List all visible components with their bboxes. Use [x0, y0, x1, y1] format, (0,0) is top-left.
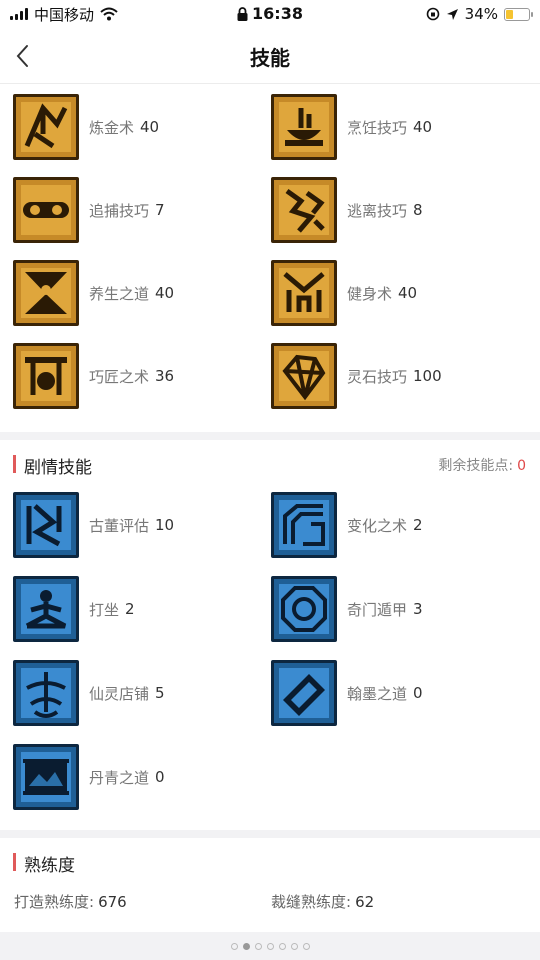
skill-name: 烹饪技巧: [347, 118, 408, 137]
page-dot[interactable]: [278, 942, 286, 950]
proficiency-value: 676: [98, 893, 127, 911]
page-dot[interactable]: [290, 942, 298, 950]
skill-level: 10: [155, 516, 175, 534]
battery-fill: [506, 9, 514, 19]
skill-name: 仙灵店铺: [89, 684, 150, 703]
section-divider: [0, 432, 540, 440]
skill-level: 40: [140, 118, 160, 136]
skill-level: 36: [155, 367, 175, 385]
skill-name: 逃离技巧: [347, 201, 408, 220]
proficiency-label: 打造熟练度:: [14, 893, 95, 911]
skill-level: 7: [155, 201, 165, 219]
escape-icon: [271, 177, 337, 243]
section-title: 熟练度: [24, 856, 75, 876]
skill-item[interactable]: 打坐 2: [13, 575, 271, 643]
page-dot[interactable]: [266, 942, 274, 950]
spirit-stone-icon: [271, 343, 337, 409]
skill-item[interactable]: 健身术 40: [271, 259, 529, 327]
skill-name: 奇门遁甲: [347, 600, 408, 619]
antique-icon: [13, 492, 79, 558]
battery-percent: 34%: [464, 5, 498, 23]
page-title: 技能: [250, 46, 290, 70]
skill-points: 剩余技能点: 0: [438, 455, 526, 475]
skill-level: 2: [413, 516, 423, 534]
skill-item[interactable]: 养生之道 40: [13, 259, 271, 327]
skill-name: 巧匠之术: [89, 367, 150, 386]
meditate-icon: [13, 576, 79, 642]
skill-points-label: 剩余技能点:: [438, 458, 514, 474]
skill-level: 5: [155, 684, 165, 702]
skill-item[interactable]: 变化之术 2: [271, 491, 529, 559]
page-dot[interactable]: [302, 942, 310, 950]
nav-bar: 技能: [0, 28, 540, 84]
skill-item[interactable]: 仙灵店铺 5: [13, 659, 271, 727]
skill-item[interactable]: 古董评估 10: [13, 491, 271, 559]
ink-icon: [271, 660, 337, 726]
page-dot[interactable]: [242, 942, 250, 950]
skill-level: 100: [413, 367, 442, 385]
skill-points-value: 0: [517, 458, 526, 474]
skill-item[interactable]: 翰墨之道 0: [271, 659, 529, 727]
clock-label: 16:38: [252, 4, 303, 23]
section-divider: [0, 830, 540, 838]
painting-icon: [13, 744, 79, 810]
skill-item[interactable]: 丹青之道 0: [13, 743, 271, 811]
qimen-icon: [271, 576, 337, 642]
section-accent-bar: [13, 455, 16, 473]
skill-level: 40: [155, 284, 175, 302]
lock-icon: [237, 7, 248, 21]
skill-name: 古董评估: [89, 516, 150, 535]
skill-item[interactable]: 巧匠之术 36: [13, 342, 271, 410]
skill-level: 40: [413, 118, 433, 136]
alchemy-icon: [13, 94, 79, 160]
life-skills-grid: 炼金术 40 烹饪技巧 40 追捕技巧 7 逃离技巧 8 养生之道 40 健身术…: [0, 92, 540, 428]
skill-level: 8: [413, 201, 423, 219]
skill-level: 0: [155, 768, 165, 786]
skill-level: 2: [125, 600, 135, 618]
proficiency-value: 62: [355, 893, 375, 911]
story-skills-grid: 古董评估 10 变化之术 2 打坐 2 奇门遁甲 3 仙灵店铺 5 翰墨之道 0…: [0, 491, 540, 827]
orientation-lock-icon: [426, 7, 439, 21]
location-icon: [446, 8, 458, 20]
status-bar: 中国移动 16:38 34%: [0, 0, 540, 28]
page-indicator: [0, 932, 540, 960]
skill-level: 3: [413, 600, 423, 618]
battery-icon: [504, 7, 533, 21]
proficiency-forging: 打造熟练度: 676: [14, 891, 127, 912]
section-title: 剧情技能: [24, 458, 92, 478]
status-right: 34%: [426, 5, 533, 23]
skill-name: 健身术: [347, 284, 393, 303]
pursuit-icon: [13, 177, 79, 243]
proficiency-tailoring: 裁缝熟练度: 62: [271, 891, 374, 912]
skill-item[interactable]: 灵石技巧 100: [271, 342, 529, 410]
craftsman-icon: [13, 343, 79, 409]
section-accent-bar: [13, 853, 16, 871]
skill-name: 打坐: [89, 600, 120, 619]
skill-name: 灵石技巧: [347, 367, 408, 386]
skill-name: 养生之道: [89, 284, 150, 303]
proficiency-section-header: 熟练度: [0, 842, 540, 882]
skill-name: 变化之术: [347, 516, 408, 535]
skill-item[interactable]: 炼金术 40: [13, 93, 271, 161]
transform-icon: [271, 492, 337, 558]
cooking-icon: [271, 94, 337, 160]
story-section-header: 剧情技能 剩余技能点: 0: [0, 444, 540, 484]
skill-level: 0: [413, 684, 423, 702]
skill-name: 炼金术: [89, 118, 135, 137]
proficiency-label: 裁缝熟练度:: [271, 893, 352, 911]
skill-item[interactable]: 烹饪技巧 40: [271, 93, 529, 161]
skill-name: 翰墨之道: [347, 684, 408, 703]
skill-item[interactable]: 逃离技巧 8: [271, 176, 529, 244]
page-dot[interactable]: [230, 942, 238, 950]
fitness-icon: [271, 260, 337, 326]
skill-level: 40: [398, 284, 418, 302]
skill-name: 丹青之道: [89, 768, 150, 787]
shop-icon: [13, 660, 79, 726]
skill-name: 追捕技巧: [89, 201, 150, 220]
page-dot[interactable]: [254, 942, 262, 950]
skill-item[interactable]: 追捕技巧 7: [13, 176, 271, 244]
skill-item[interactable]: 奇门遁甲 3: [271, 575, 529, 643]
health-icon: [13, 260, 79, 326]
